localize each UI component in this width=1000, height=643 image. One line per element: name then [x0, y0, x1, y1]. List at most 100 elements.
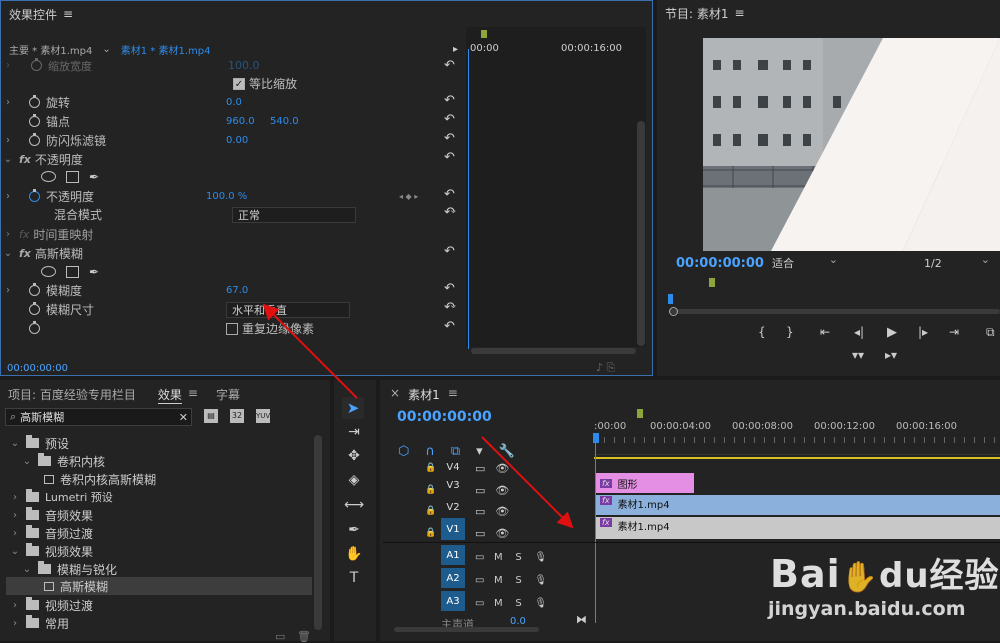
rectangle-mask-icon[interactable]	[66, 265, 79, 278]
group-gaussian-blur[interactable]: ⌄ fx 高斯模糊	[1, 244, 463, 263]
keyframe-nav-icon[interactable]: ◂ ◆ ▸	[399, 192, 418, 201]
anchor-y-value[interactable]: 540.0	[270, 116, 299, 127]
stopwatch-icon[interactable]	[29, 133, 40, 146]
new-bin-icon[interactable]: ▭	[275, 630, 285, 643]
tree-item-convolution[interactable]: ⌄ 卷积内核	[20, 452, 105, 470]
ellipse-mask-icon[interactable]	[41, 266, 56, 277]
track-sync-eye-icons[interactable]: ▭👁 ▭👁 ▭👁 ▭👁	[475, 458, 519, 544]
reset-icon[interactable]: ↶	[444, 112, 455, 127]
reset-icon[interactable]: ↶	[444, 319, 455, 334]
tab-captions[interactable]: 字幕	[216, 386, 240, 404]
program-timecode[interactable]: 00:00:00:00	[676, 256, 764, 271]
export-frame-icon[interactable]: ⧉	[986, 325, 995, 340]
tree-item-convolution-gauss[interactable]: 卷积内核高斯模糊	[44, 470, 156, 488]
reset-icon[interactable]: ↶	[444, 150, 455, 165]
tree-item-presets[interactable]: ⌄ 预设	[8, 434, 69, 452]
expand-chevron-icon[interactable]: ›	[1, 135, 15, 146]
stopwatch-icon[interactable]	[29, 283, 40, 296]
scrub-handle-icon[interactable]	[669, 307, 678, 316]
pen-mask-icon[interactable]: ✒	[89, 265, 99, 279]
tab-project[interactable]: 项目: 百度经验专用栏目	[8, 386, 136, 404]
track-v4[interactable]: V4	[441, 457, 465, 477]
slip-tool-icon[interactable]: ⟷	[344, 495, 364, 515]
program-video-frame[interactable]	[703, 38, 1000, 251]
yuv-effects-icon[interactable]: YUV	[256, 409, 270, 423]
ec-timecode[interactable]: 00:00:00:00	[7, 363, 68, 374]
step-forward-icon[interactable]: |▸	[918, 325, 928, 339]
type-tool-icon[interactable]: T	[344, 568, 364, 588]
chevron-down-icon[interactable]: ⌄	[102, 44, 110, 55]
tab-effects[interactable]: 效果	[157, 386, 182, 404]
track-v1[interactable]: V1	[441, 518, 465, 540]
track-a1[interactable]: A1	[441, 545, 465, 565]
go-to-in-icon[interactable]: ⇤	[820, 325, 830, 339]
32bit-effects-icon[interactable]: 32	[230, 409, 244, 423]
lift-icon[interactable]: ▾▾	[852, 348, 864, 362]
effects-search-input[interactable]: ⌕ 高斯模糊 ✕	[5, 408, 192, 426]
stopwatch-icon[interactable]	[29, 189, 40, 202]
blurriness-value[interactable]: 67.0	[226, 285, 248, 296]
tree-item-blur-sharpen[interactable]: ⌄ 模糊与锐化	[20, 560, 117, 578]
tree-item-common[interactable]: › 常用	[8, 614, 69, 632]
rotation-value[interactable]: 0.0	[226, 97, 242, 108]
program-scrub-bar[interactable]	[669, 309, 1000, 314]
expand-chevron-icon[interactable]: ›	[1, 97, 15, 108]
clip-v2[interactable]: fx 素材1.mp4	[596, 495, 1000, 515]
expand-chevron-icon[interactable]: ›	[1, 191, 15, 202]
hand-tool-icon[interactable]: ✋	[344, 544, 364, 564]
tree-item-video-effects[interactable]: ⌄ 视频效果	[8, 542, 93, 560]
ec-mini-timeline[interactable]: 00:00 00:00:16:00	[466, 27, 646, 349]
track-v3[interactable]: V3	[441, 475, 465, 495]
effects-scrollbar[interactable]	[314, 435, 322, 630]
ec-zoom-bar[interactable]	[471, 348, 636, 354]
go-to-out-icon[interactable]: ⇥	[949, 325, 959, 339]
uniform-scale-checkbox[interactable]: ✓	[233, 77, 245, 90]
reset-icon[interactable]: ↶	[444, 244, 455, 259]
master-track-value[interactable]: 0.0	[510, 616, 526, 627]
effect-controls-title[interactable]: 效果控件	[9, 6, 57, 23]
selection-tool-icon[interactable]: ➤	[342, 397, 364, 419]
resolution-select[interactable]: 1/2	[919, 253, 995, 271]
work-area-bar[interactable]	[594, 457, 1000, 459]
track-select-tool-icon[interactable]: ⇥	[344, 422, 364, 442]
clip-graphic[interactable]: fx 图形	[596, 473, 694, 493]
pen-tool-icon[interactable]: ✒	[344, 520, 364, 540]
tree-item-lumetri[interactable]: › Lumetri 预设	[8, 488, 113, 506]
tree-item-audio-effects[interactable]: › 音频效果	[8, 506, 93, 524]
reset-icon[interactable]: ↶	[444, 281, 455, 296]
expand-chevron-icon[interactable]: ›	[1, 285, 15, 296]
snap-icon[interactable]: ∩	[425, 444, 435, 459]
pen-mask-icon[interactable]: ✒	[89, 170, 99, 184]
reset-icon[interactable]: ↶	[444, 58, 455, 73]
step-back-icon[interactable]: ◂|	[854, 325, 864, 339]
anchor-x-value[interactable]: 960.0	[226, 116, 270, 127]
master-end-icon[interactable]: ⧓	[576, 613, 587, 626]
nest-icon[interactable]: ⬡	[398, 444, 409, 459]
reset-icon[interactable]: ↶	[444, 300, 455, 315]
mark-in-icon[interactable]: {	[758, 325, 766, 339]
ec-playhead[interactable]	[468, 49, 469, 349]
opacity-value[interactable]: 100.0 %	[206, 191, 247, 202]
reset-icon[interactable]: ↶	[444, 205, 455, 220]
stopwatch-icon[interactable]	[29, 95, 40, 108]
timeline-ruler[interactable]: :00:00 00:00:04:00 00:00:08:00 00:00:12:…	[594, 405, 1000, 459]
audio-track-icons[interactable]: ▭ M S 🎙 ▭ M S 🎙 ▭ M S 🎙	[475, 546, 547, 615]
program-playhead[interactable]	[668, 294, 673, 304]
mark-out-icon[interactable]: }	[786, 325, 794, 339]
panel-menu-icon[interactable]: ≡	[448, 386, 458, 403]
reset-icon[interactable]: ↶	[444, 93, 455, 108]
program-title[interactable]: 节目: 素材1	[665, 5, 729, 22]
source-clip-label[interactable]: 主要 * 素材1.mp4	[1, 42, 92, 57]
settings-wrench-icon[interactable]: 🔧	[499, 444, 515, 459]
timeline-scrollbar[interactable]	[394, 627, 539, 632]
clear-search-icon[interactable]: ✕	[179, 411, 188, 424]
ec-scrollbar[interactable]	[637, 121, 645, 346]
tab-sequence[interactable]: 素材1	[408, 386, 440, 403]
track-a3[interactable]: A3	[441, 591, 465, 611]
rectangle-mask-icon[interactable]	[66, 170, 79, 183]
sequence-clip-label[interactable]: 素材1 * 素材1.mp4	[121, 42, 211, 57]
track-a2[interactable]: A2	[441, 568, 465, 588]
repeat-edge-checkbox[interactable]	[226, 322, 238, 335]
reset-icon[interactable]: ↶	[444, 131, 455, 146]
tree-item-video-transitions[interactable]: › 视频过渡	[8, 596, 93, 614]
